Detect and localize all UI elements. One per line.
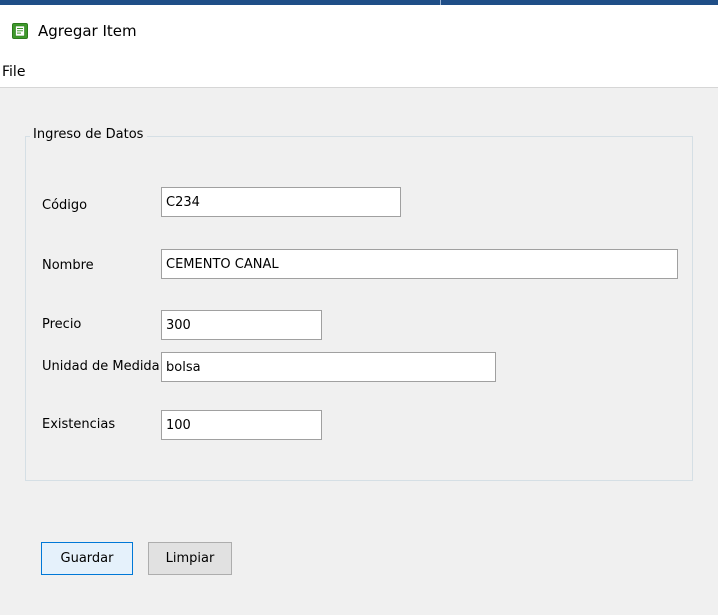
limpiar-button[interactable]: Limpiar xyxy=(148,542,232,575)
codigo-label: Código xyxy=(42,198,88,213)
window-title: Agregar Item xyxy=(38,22,137,40)
menu-file[interactable]: File xyxy=(0,63,27,81)
unidad-medida-input[interactable] xyxy=(161,352,496,382)
existencias-input[interactable] xyxy=(161,410,322,440)
precio-input[interactable] xyxy=(161,310,322,340)
existencias-label: Existencias xyxy=(42,417,116,432)
form-content: Ingreso de Datos Código Nombre Precio Un… xyxy=(0,88,718,615)
title-bar[interactable]: Agregar Item xyxy=(0,5,718,57)
codigo-input[interactable] xyxy=(161,187,401,217)
unidad-medida-label: Unidad de Medida xyxy=(42,359,160,374)
group-title: Ingreso de Datos xyxy=(30,127,148,143)
agregar-item-window: Agregar Item File Ingreso de Datos Códig… xyxy=(0,0,718,615)
app-form-icon xyxy=(12,23,28,39)
nombre-label: Nombre xyxy=(42,258,94,273)
guardar-button[interactable]: Guardar xyxy=(41,542,133,575)
menu-bar: File xyxy=(0,57,718,88)
precio-label: Precio xyxy=(42,317,82,332)
nombre-input[interactable] xyxy=(161,249,678,279)
